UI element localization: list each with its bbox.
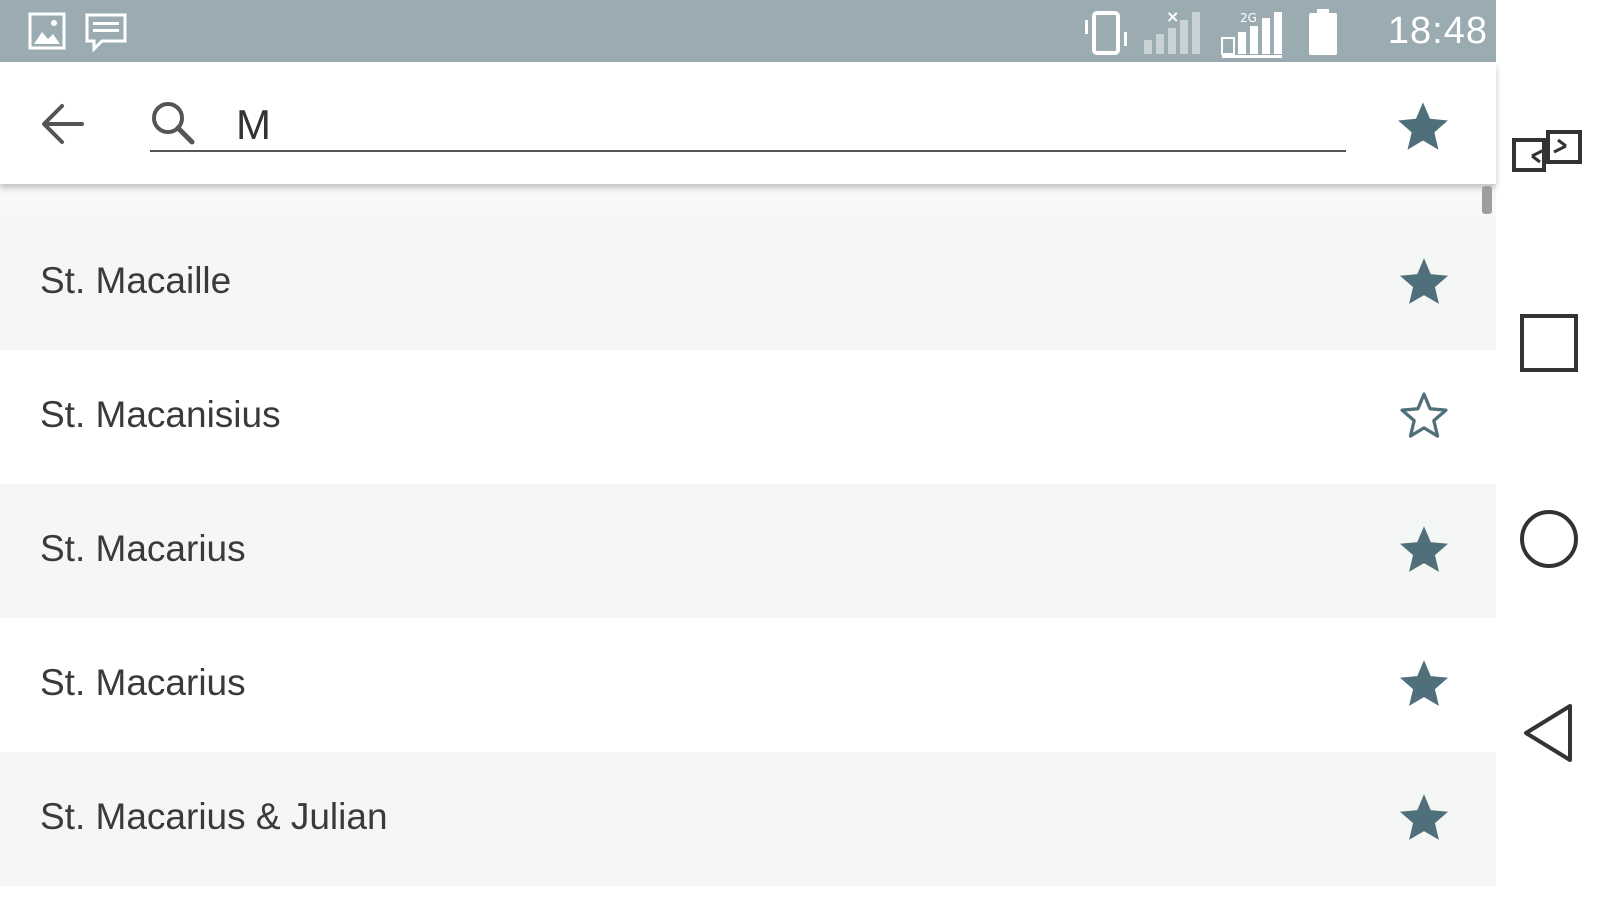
home-icon[interactable]	[1518, 508, 1580, 570]
star-outline-icon[interactable]	[1396, 388, 1452, 444]
star-filled-icon[interactable]	[1396, 656, 1452, 712]
list-top-spacer	[0, 184, 1496, 216]
navigation-bar	[1496, 0, 1600, 900]
signal-icon: 2G	[1221, 11, 1282, 58]
gallery-icon	[28, 12, 66, 50]
star-filled-icon[interactable]	[1396, 790, 1452, 846]
dual-window-icon[interactable]	[1510, 122, 1586, 184]
back-icon[interactable]	[1518, 702, 1580, 764]
svg-text:×: ×	[1166, 8, 1179, 26]
back-arrow-icon[interactable]	[36, 96, 92, 152]
search-icon	[152, 102, 195, 145]
list-item[interactable]: St. Macaille	[0, 216, 1496, 350]
list-item[interactable]: St. Macanisius	[0, 350, 1496, 484]
search-input[interactable]	[236, 96, 1336, 154]
saints-list: St. Macaille St. Macanisius St. Macarius St…	[0, 184, 1496, 900]
signal-no-sim-icon: ×	[1144, 8, 1200, 54]
network-type-label: 2G	[1240, 11, 1257, 25]
status-time: 18:48	[1387, 10, 1488, 52]
list-item[interactable]: St. Macarius	[0, 618, 1496, 752]
search-underline	[150, 150, 1346, 152]
list-item-label: St. Macarius & Julian	[40, 796, 388, 837]
vibrate-icon	[1085, 11, 1127, 55]
recents-icon[interactable]	[1518, 312, 1580, 374]
list-item[interactable]: St. Macarius	[0, 484, 1496, 618]
list-item-label: St. Macarius	[40, 528, 246, 569]
message-icon	[85, 13, 127, 52]
star-filled-icon[interactable]	[1396, 254, 1452, 310]
favorites-filter-star-icon[interactable]	[1394, 98, 1452, 156]
search-toolbar	[0, 62, 1496, 184]
scrollbar-thumb[interactable]	[1482, 186, 1492, 214]
list-item[interactable]: St. Macarius & Julian	[0, 752, 1496, 886]
list-item-label: St. Macanisius	[40, 394, 281, 435]
list-item-label: St. Macarius	[40, 662, 246, 703]
status-bar: × 2G 18:48	[0, 0, 1496, 62]
star-filled-icon[interactable]	[1396, 522, 1452, 578]
battery-icon	[1309, 9, 1337, 55]
list-item-label: St. Macaille	[40, 260, 232, 301]
